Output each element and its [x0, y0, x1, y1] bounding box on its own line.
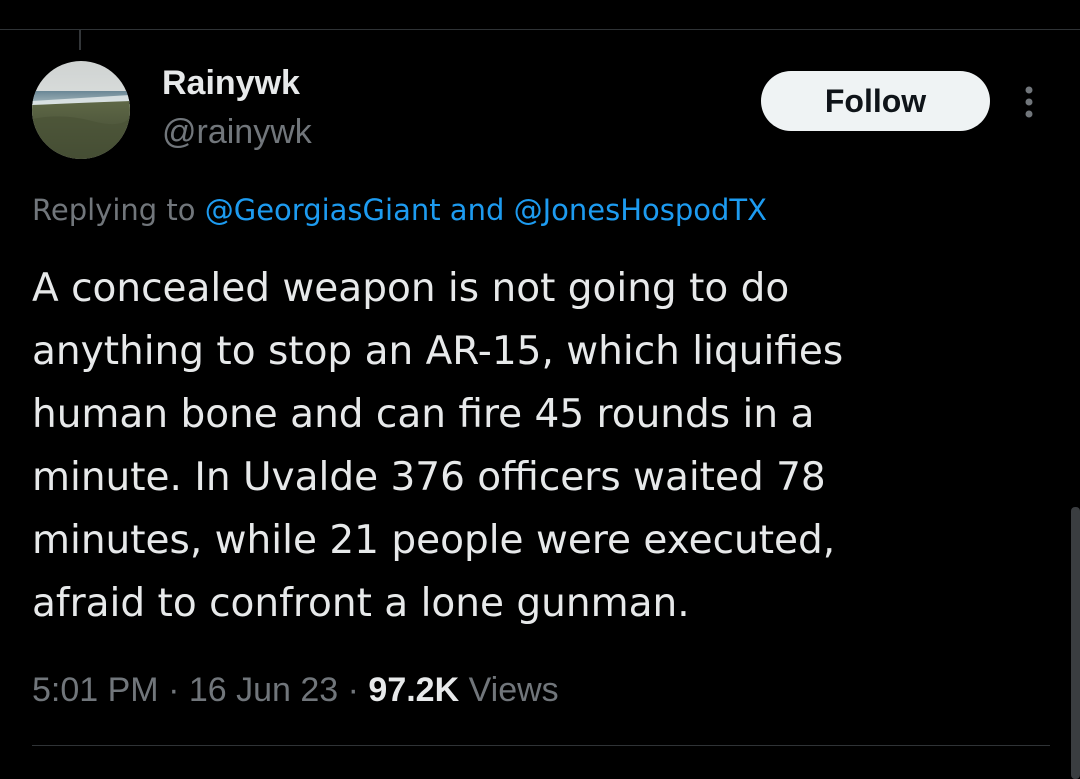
more-vertical-icon [1025, 86, 1033, 118]
tweet-meta: 5:01 PM · 16 Jun 23 · 97.2K Views [32, 668, 559, 712]
replying-to-label: Replying to [32, 193, 205, 227]
top-divider [0, 29, 1080, 30]
author-display-name[interactable]: Rainywk [162, 63, 300, 103]
tweet-text-line: minutes, while 21 people were executed, [32, 518, 836, 563]
tweet-text-line: human bone and can fire 45 rounds in a [32, 392, 815, 437]
mention-link-georgiasgiant[interactable]: @GeorgiasGiant [205, 193, 441, 227]
tweet-text-line: A concealed weapon is not going to do [32, 266, 790, 311]
scrollbar-thumb[interactable] [1071, 507, 1080, 779]
tweet-timestamp[interactable]: 5:01 PM [32, 671, 159, 709]
tweet-text: A concealed weapon is not going to do an… [32, 257, 992, 635]
follow-button[interactable]: Follow [761, 71, 990, 131]
replying-to-line: Replying to @GeorgiasGiant and @JonesHos… [32, 190, 767, 230]
mention-link-joneshospodtx[interactable]: @JonesHospodTX [514, 193, 767, 227]
beach-landscape-icon [32, 61, 130, 159]
tweet-text-line: minute. In Uvalde 376 officers waited 78 [32, 455, 826, 500]
thread-connector-line [79, 30, 81, 50]
more-options-button[interactable] [1014, 82, 1044, 122]
tweet-text-line: afraid to confront a lone gunman. [32, 581, 690, 626]
avatar[interactable] [32, 61, 130, 159]
tweet-text-line: anything to stop an AR-15, which liquifi… [32, 329, 844, 374]
meta-separator: · [338, 671, 369, 709]
meta-separator: · [158, 671, 189, 709]
views-count[interactable]: 97.2K [368, 671, 459, 709]
mention-conjunction[interactable]: and [441, 193, 514, 227]
author-handle[interactable]: @rainywk [162, 112, 312, 152]
tweet-date[interactable]: 16 Jun 23 [189, 671, 338, 709]
views-label: Views [459, 671, 559, 709]
bottom-divider [32, 745, 1050, 746]
